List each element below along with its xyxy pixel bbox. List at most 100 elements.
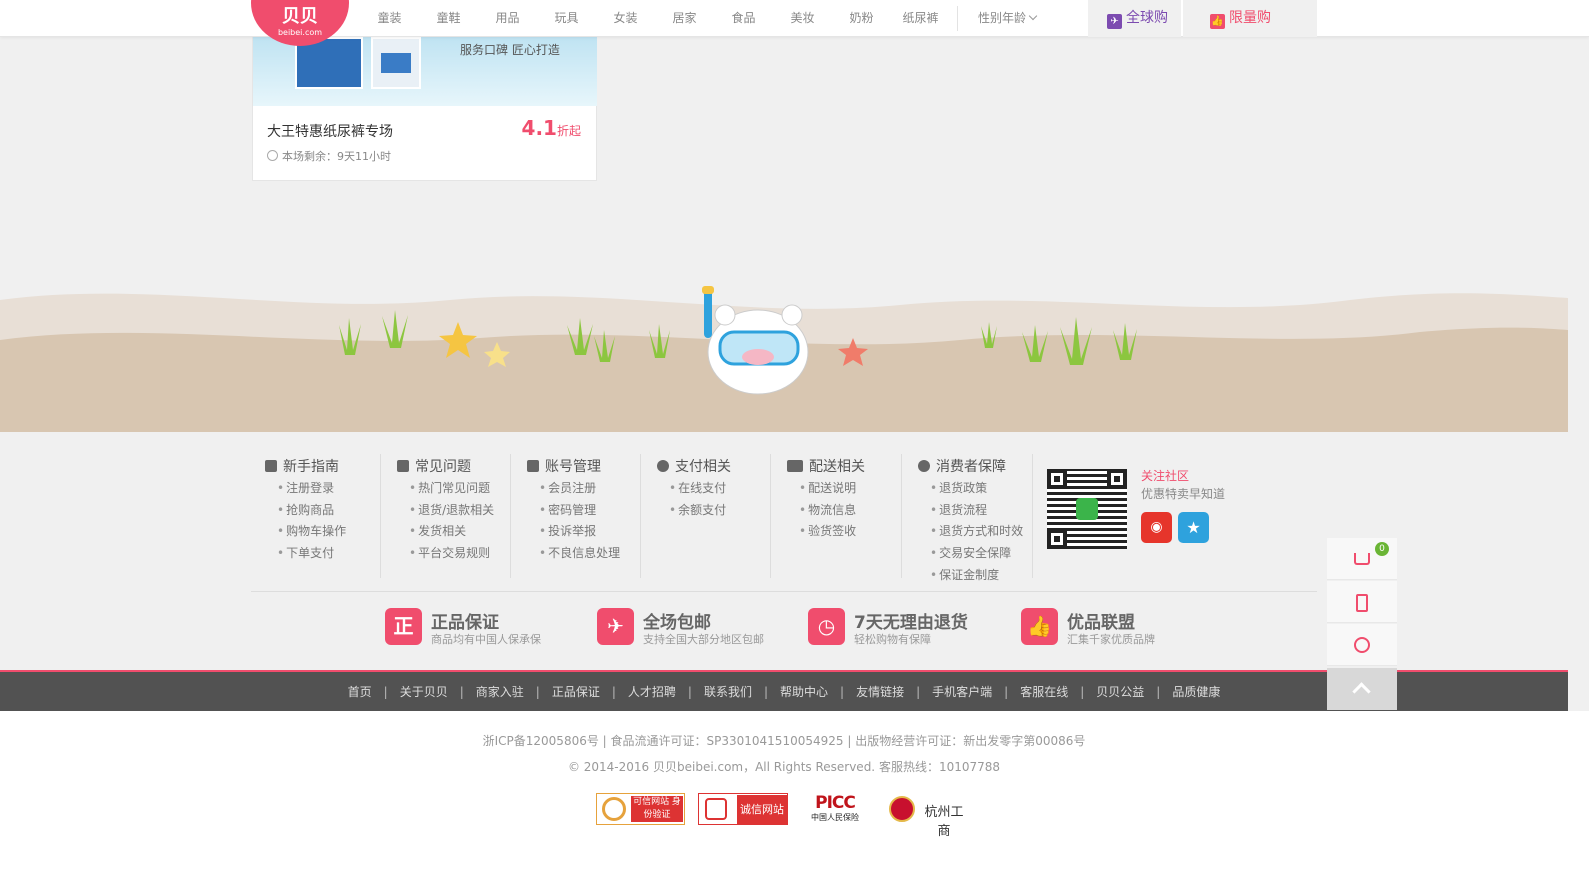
- help-link[interactable]: 会员注册: [527, 478, 620, 500]
- chevron-up-icon: [1352, 682, 1371, 701]
- link-separator: |: [1004, 684, 1009, 699]
- help-link[interactable]: 发货相关: [397, 521, 494, 543]
- discount-unit: 折起: [556, 124, 581, 138]
- help-link[interactable]: 在线支付: [657, 478, 731, 500]
- cart-icon: [1354, 553, 1370, 565]
- snorkel-bear-mascot: [702, 286, 809, 395]
- column-divider: [901, 454, 902, 578]
- help-link[interactable]: 配送说明: [787, 478, 865, 500]
- truck-icon: [787, 460, 803, 472]
- help-title-text: 账号管理: [545, 459, 601, 475]
- help-link[interactable]: 注册登录: [265, 478, 346, 500]
- footer-link[interactable]: 人才招聘: [622, 683, 682, 700]
- thumbs-up-icon: 👍: [1210, 14, 1225, 29]
- help-link[interactable]: 交易安全保障: [918, 543, 1023, 565]
- nav-item-kids-clothing[interactable]: 童装: [360, 0, 419, 37]
- help-link[interactable]: 余额支付: [657, 500, 731, 522]
- help-link[interactable]: 平台交易规则: [397, 543, 494, 565]
- guarantee-subtitle: 支持全国大部分地区包邮: [643, 633, 764, 646]
- help-title-text: 配送相关: [809, 459, 865, 475]
- follow-community-title[interactable]: 关注社区: [1141, 467, 1189, 484]
- promo-discount: 4.1折起: [522, 116, 581, 140]
- footer-link[interactable]: 客服在线: [1014, 683, 1074, 700]
- footer-link[interactable]: 手机客户端: [926, 683, 998, 700]
- hangzhou-aic-badge[interactable]: 杭州工商: [889, 793, 969, 839]
- picc-subtext: 中国人民保险: [811, 813, 859, 822]
- icp-license[interactable]: 浙ICP备12005806号 | 食品流通许可证：SP3301041510054…: [0, 732, 1568, 749]
- global-shopping-tab[interactable]: ✈ 全球购: [1088, 0, 1181, 37]
- top-nav: 贝贝 beibei.com 童装 童鞋 用品 玩具 女装 居家 食品 美妆 奶粉…: [0, 0, 1589, 46]
- promo-card[interactable]: 服务口碑 匠心打造 大王特惠纸尿裤专场 4.1折起 本场剩余：9天11小时: [252, 37, 597, 181]
- category-nav: 童装 童鞋 用品 玩具 女装 居家 食品 美妆 奶粉 纸尿裤: [360, 0, 950, 37]
- mobile-app-button[interactable]: [1327, 581, 1397, 623]
- discount-value: 4.1: [521, 116, 557, 140]
- footer-link[interactable]: 友情链接: [850, 683, 910, 700]
- guarantee-title: 7天无理由退货: [854, 613, 968, 633]
- link-separator: |: [840, 684, 845, 699]
- picc-logo-text: PICC: [815, 793, 856, 813]
- promo-banner-image[interactable]: 服务口碑 匠心打造: [253, 37, 597, 106]
- footer-link[interactable]: 贝贝公益: [1090, 683, 1150, 700]
- footer-link[interactable]: 商家入驻: [470, 683, 530, 700]
- nav-item-supplies[interactable]: 用品: [478, 0, 537, 37]
- help-link[interactable]: 购物车操作: [265, 521, 346, 543]
- gender-age-dropdown[interactable]: 性别年龄: [978, 0, 1038, 37]
- nav-item-beauty[interactable]: 美妆: [773, 0, 832, 37]
- help-link[interactable]: 退货方式和时效: [918, 521, 1023, 543]
- column-divider: [380, 454, 381, 578]
- footer-link[interactable]: 首页: [342, 683, 378, 700]
- help-link[interactable]: 退货政策: [918, 478, 1023, 500]
- nav-item-diapers[interactable]: 纸尿裤: [891, 0, 950, 37]
- footer-link[interactable]: 正品保证: [546, 683, 606, 700]
- nav-item-home[interactable]: 居家: [655, 0, 714, 37]
- back-to-top-button[interactable]: [1327, 668, 1397, 710]
- link-separator: |: [687, 684, 692, 699]
- footer-link[interactable]: 帮助中心: [774, 683, 834, 700]
- gender-age-label: 性别年龄: [978, 11, 1027, 25]
- help-title-text: 支付相关: [675, 459, 731, 475]
- help-link[interactable]: 不良信息处理: [527, 543, 620, 565]
- help-title-account: 账号管理: [527, 456, 620, 478]
- qzone-icon[interactable]: ★: [1178, 512, 1209, 543]
- document-icon: [397, 460, 409, 472]
- remaining-time: 本场剩余：9天11小时: [267, 148, 391, 164]
- aic-emblem-icon: [889, 796, 915, 822]
- help-link[interactable]: 热门常见问题: [397, 478, 494, 500]
- help-title-text: 新手指南: [283, 459, 339, 475]
- footer-link[interactable]: 关于贝贝: [394, 683, 454, 700]
- help-link[interactable]: 保证金制度: [918, 565, 1023, 587]
- weibo-icon[interactable]: ◉: [1141, 512, 1172, 543]
- logo-subtext: beibei.com: [277, 28, 323, 37]
- help-link[interactable]: 下单支付: [265, 543, 346, 565]
- footer-link[interactable]: 品质健康: [1166, 683, 1226, 700]
- customer-service-button[interactable]: [1327, 624, 1397, 666]
- help-link[interactable]: 投诉举报: [527, 521, 620, 543]
- nav-item-toys[interactable]: 玩具: [537, 0, 596, 37]
- cart-count-badge: 0: [1375, 542, 1389, 556]
- help-column-guide: 新手指南 注册登录 抢购商品 购物车操作 下单支付: [265, 456, 346, 565]
- help-link[interactable]: 抢购商品: [265, 500, 346, 522]
- help-link[interactable]: 密码管理: [527, 500, 620, 522]
- help-link[interactable]: 退货流程: [918, 500, 1023, 522]
- promo-title[interactable]: 大王特惠纸尿裤专场: [267, 121, 393, 141]
- limited-tab[interactable]: 👍 限量购: [1183, 0, 1317, 37]
- badge-text: 诚信网站: [737, 795, 787, 824]
- global-tab-label: 全球购: [1126, 10, 1168, 26]
- footer-link[interactable]: 联系我们: [698, 683, 758, 700]
- help-title-protection: 消费者保障: [918, 456, 1023, 478]
- cart-button[interactable]: 0: [1327, 538, 1397, 580]
- help-title-text: 消费者保障: [936, 459, 1006, 475]
- trusted-site-badge[interactable]: 可信网站 身份验证: [596, 793, 685, 825]
- integrity-site-badge[interactable]: 诚信网站: [698, 793, 788, 825]
- picc-badge[interactable]: PICC 中国人民保险: [803, 793, 867, 825]
- clock-icon: ◷: [808, 608, 845, 645]
- nav-item-kids-shoes[interactable]: 童鞋: [419, 0, 478, 37]
- help-link[interactable]: 退货/退款相关: [397, 500, 494, 522]
- nav-item-formula[interactable]: 奶粉: [832, 0, 891, 37]
- authentic-icon: 正: [385, 608, 422, 645]
- help-link[interactable]: 物流信息: [787, 500, 865, 522]
- nav-item-food[interactable]: 食品: [714, 0, 773, 37]
- help-link[interactable]: 验货签收: [787, 521, 865, 543]
- nav-item-womens[interactable]: 女装: [596, 0, 655, 37]
- help-column-delivery: 配送相关 配送说明 物流信息 验货签收: [787, 456, 865, 543]
